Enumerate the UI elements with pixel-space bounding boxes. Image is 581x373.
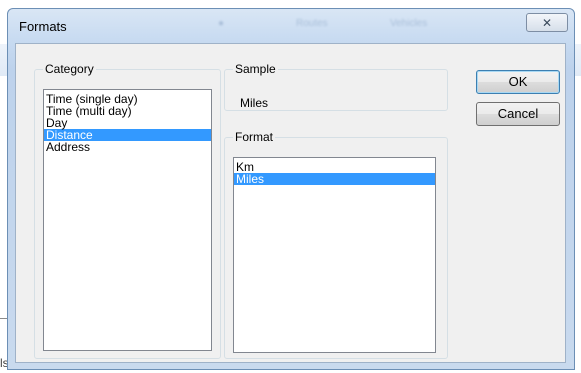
dialog-client-area: Category Time (single day) Time (multi d… bbox=[15, 43, 566, 363]
sample-group: Sample Miles bbox=[224, 62, 448, 111]
blurred-title-fragment: ● bbox=[218, 18, 225, 29]
close-icon: ✕ bbox=[541, 15, 553, 30]
cancel-button[interactable]: Cancel bbox=[476, 102, 560, 126]
category-listbox[interactable]: Time (single day) Time (multi day) Day D… bbox=[43, 89, 212, 351]
blurred-title-fragment: Vehicles bbox=[390, 18, 428, 29]
title-bar[interactable]: Formats ● Routes Vehicles ✕ bbox=[8, 9, 574, 43]
format-item-miles[interactable]: Miles bbox=[234, 173, 435, 185]
format-group: Format Km Miles bbox=[224, 130, 448, 359]
category-label: Category bbox=[43, 62, 96, 76]
dialog-title: Formats bbox=[19, 19, 67, 34]
sample-label: Sample bbox=[233, 62, 278, 76]
blurred-title-fragment: Routes bbox=[296, 18, 328, 29]
sample-value: Miles bbox=[240, 96, 269, 110]
close-button[interactable]: ✕ bbox=[526, 13, 568, 32]
category-item-address[interactable]: Address bbox=[44, 141, 211, 153]
format-item-km[interactable]: Km bbox=[234, 161, 435, 173]
category-item-time-multi-day[interactable]: Time (multi day) bbox=[44, 105, 211, 117]
format-label: Format bbox=[233, 130, 276, 144]
format-listbox[interactable]: Km Miles bbox=[233, 157, 436, 353]
ok-button[interactable]: OK bbox=[476, 70, 560, 94]
formats-dialog: Formats ● Routes Vehicles ✕ Category Tim… bbox=[7, 8, 575, 370]
category-group: Category Time (single day) Time (multi d… bbox=[34, 62, 221, 359]
